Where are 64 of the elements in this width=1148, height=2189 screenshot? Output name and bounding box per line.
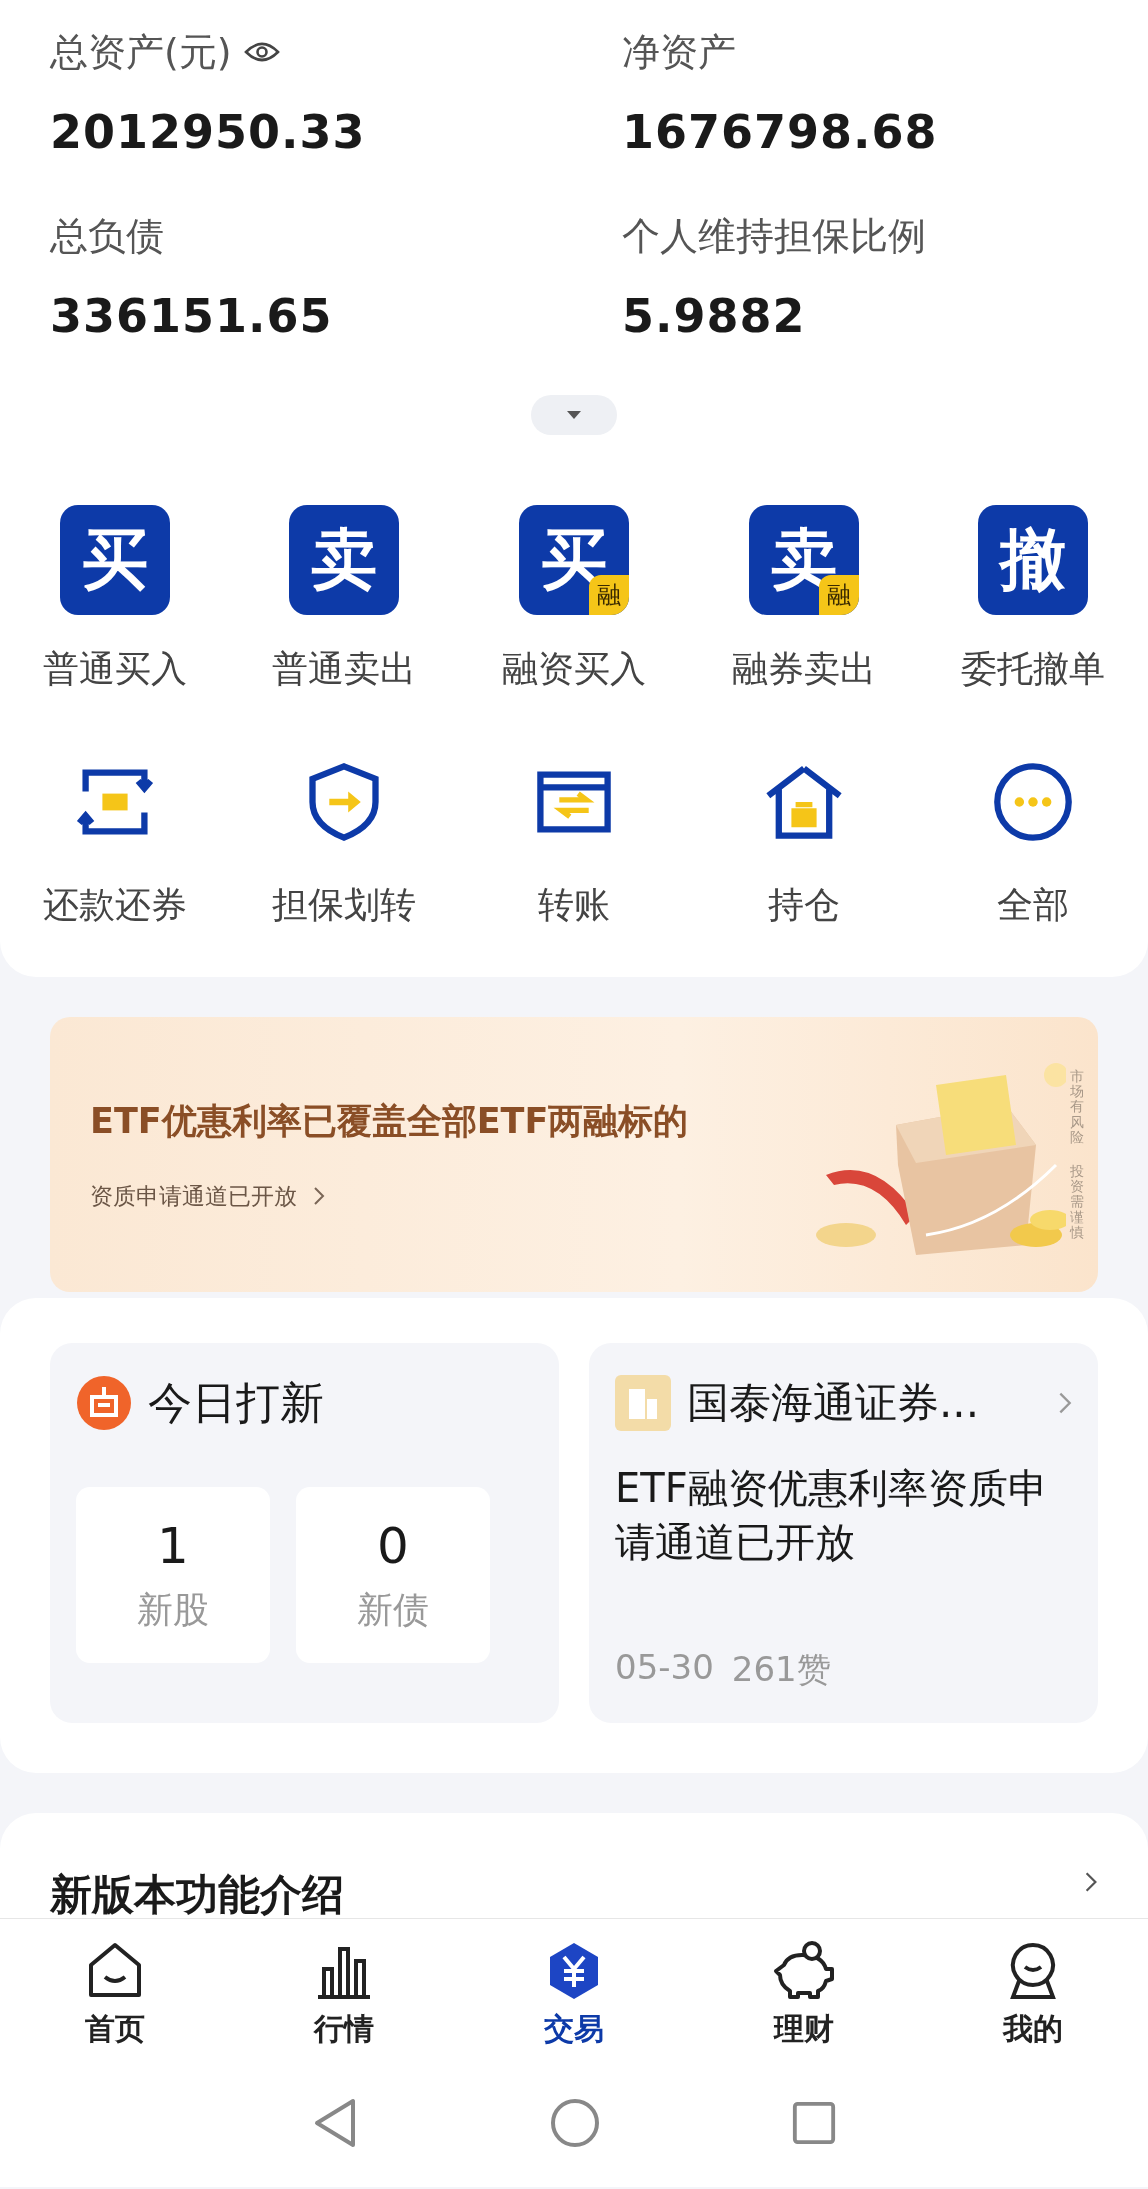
action-item[interactable]: 卖 普通卖出 <box>229 505 460 693</box>
promo-banner[interactable]: ETF优惠利率已覆盖全部ETF两融标的 资质申请通道已开放 市场有风险 投资需谨慎 <box>50 1017 1098 1292</box>
tile-glyph: 卖 <box>311 527 378 593</box>
chevron-right-icon <box>1058 1391 1072 1415</box>
tile-glyph: 撤 <box>1000 527 1067 593</box>
action-label: 还款还券 <box>42 883 187 927</box>
ipo-count-label: 新股 <box>137 1587 209 1632</box>
ipo-count-card[interactable]: 0 新债 <box>296 1487 490 1663</box>
stat-label: 总资产(元) <box>50 29 232 76</box>
news-title: ETF融资优惠利率资质申请通道已开放 <box>615 1464 1049 1567</box>
action-item[interactable]: 全部 <box>918 747 1148 929</box>
action-item[interactable]: 持仓 <box>688 747 919 929</box>
gift-box-icon <box>76 1375 132 1431</box>
action-item[interactable]: 担保划转 <box>229 747 460 929</box>
tab-item[interactable]: 交易 <box>459 1919 689 2058</box>
stat-value: 336151.65 <box>50 288 334 345</box>
news-date: 05-30 <box>615 1647 714 1689</box>
action-label: 转账 <box>538 883 610 927</box>
tile-glyph: 买 <box>81 527 148 593</box>
tab-item[interactable]: 理财 <box>688 1919 919 2058</box>
tab-item[interactable]: 行情 <box>229 1919 460 2058</box>
expand-toggle[interactable] <box>531 395 617 435</box>
recents-icon[interactable] <box>791 2099 837 2146</box>
stat-label: 个人维持担保比例 <box>622 213 926 260</box>
risk-disclaimer: 投资需谨慎 <box>1070 1163 1084 1241</box>
caret-icon <box>566 410 582 420</box>
action-label: 担保划转 <box>272 883 417 927</box>
action-label: 普通买入 <box>42 647 187 691</box>
ipo-panel[interactable]: 今日打新 1 新股 0 新债 <box>50 1343 559 1723</box>
action-item[interactable]: 买 普通买入 <box>0 505 230 693</box>
banner-headline: ETF优惠利率已覆盖全部ETF两融标的 <box>90 1099 690 1143</box>
action-label: 融资买入 <box>502 647 646 691</box>
action-item[interactable]: 转账 <box>459 747 689 929</box>
banner-link[interactable]: 资质申请通道已开放 <box>90 1180 297 1212</box>
like-count: 261赞 <box>731 1648 831 1691</box>
home-button-icon[interactable] <box>549 2096 601 2149</box>
action-label: 全部 <box>997 883 1070 927</box>
action-item[interactable]: 还款还券 <box>0 747 230 929</box>
news-panel[interactable]: 国泰海通证券... ETF融资优惠利率资质申请通道已开放 05-30 261赞 <box>589 1343 1098 1723</box>
ipo-count-card[interactable]: 1 新股 <box>76 1487 270 1663</box>
action-label: 融券卖出 <box>731 647 876 691</box>
ipo-count: 1 <box>157 1515 189 1576</box>
stat-label: 净资产 <box>622 29 736 76</box>
building-logo-icon <box>615 1375 671 1431</box>
stat-label: 总负债 <box>50 213 164 260</box>
action-item[interactable]: 撤 委托撤单 <box>918 505 1148 693</box>
news-source: 国泰海通证券... <box>687 1377 981 1429</box>
eye-icon[interactable] <box>243 40 280 64</box>
chevron-right-icon <box>1084 1871 1098 1893</box>
chevron-right-icon <box>313 1186 325 1206</box>
stat-value: 5.9882 <box>622 288 807 345</box>
risk-disclaimer: 市场有风险 <box>1070 1068 1084 1146</box>
section-title: 新版本功能介绍 <box>50 1871 344 1918</box>
feature-card[interactable]: 新版本功能介绍 <box>0 1813 1148 1918</box>
stat-value: 2012950.33 <box>50 104 367 161</box>
tab-item[interactable]: 我的 <box>918 1919 1148 2058</box>
ipo-count-label: 新债 <box>357 1587 429 1632</box>
ipo-count: 0 <box>377 1515 409 1576</box>
action-label: 普通卖出 <box>272 647 417 691</box>
tab-item[interactable]: 首页 <box>0 1919 230 2058</box>
stat-value: 1676798.68 <box>622 104 939 161</box>
action-label: 委托撤单 <box>961 647 1106 691</box>
ipo-title: 今日打新 <box>148 1376 324 1430</box>
action-label: 持仓 <box>767 883 840 927</box>
